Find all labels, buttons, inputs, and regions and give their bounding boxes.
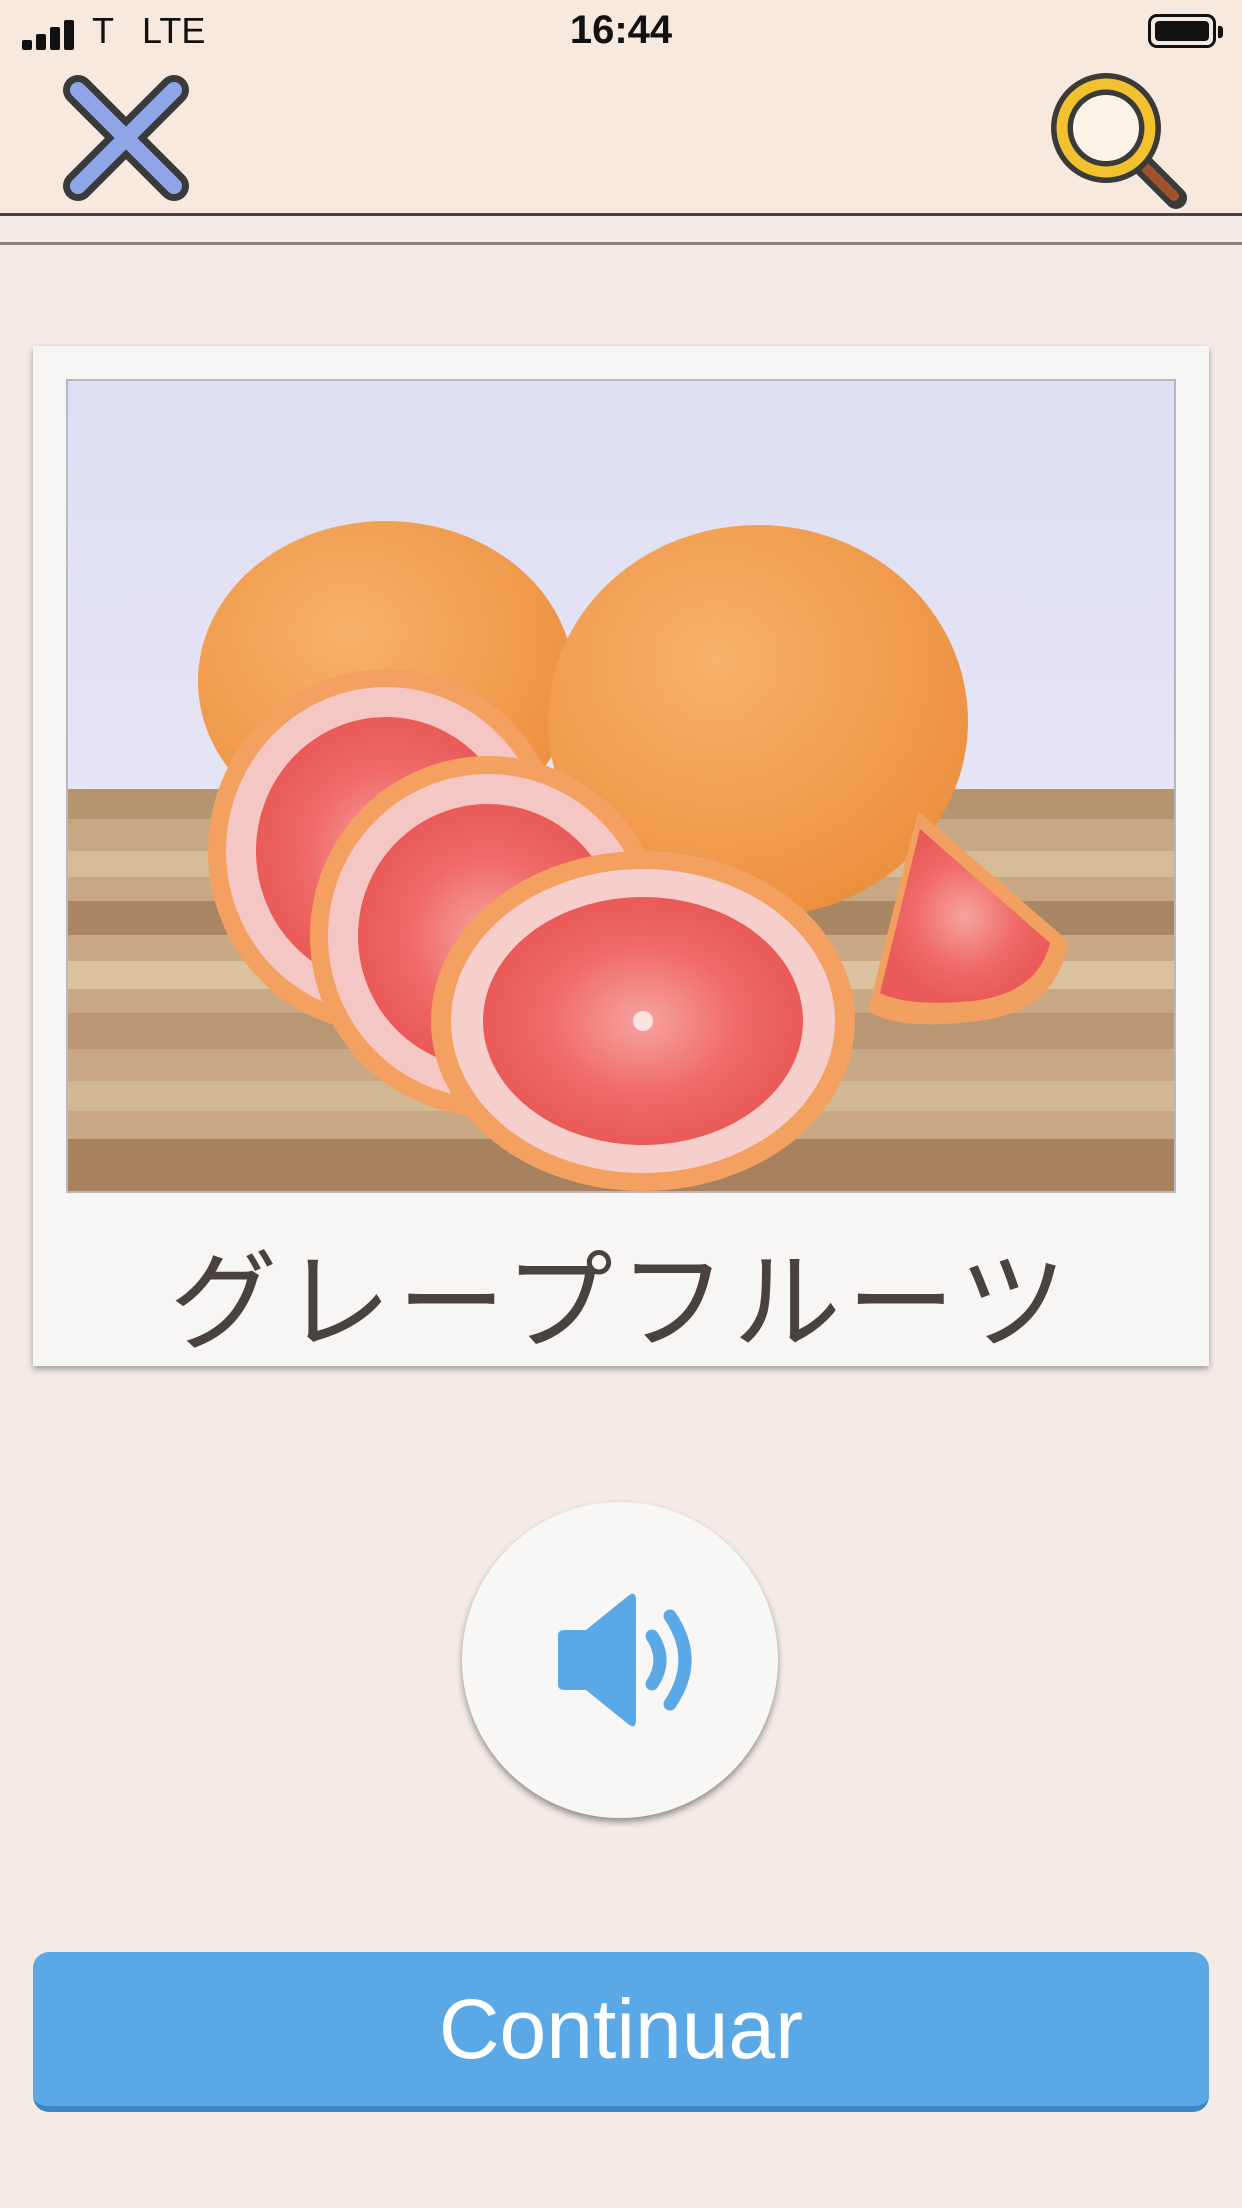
status-bar: T LTE 16:44 [0,0,1242,66]
continue-button[interactable]: Continuar [33,1952,1209,2112]
play-audio-button[interactable] [462,1502,778,1818]
speaker-icon [558,1593,692,1727]
grapefruit-photo [66,379,1176,1193]
magnifier-icon [1051,73,1187,209]
header-divider [0,242,1242,245]
search-button[interactable] [1046,70,1188,210]
status-time: 16:44 [569,8,673,52]
close-icon [63,75,189,201]
flashcard: グレープフルーツ [33,346,1209,1366]
vocabulary-word: グレープフルーツ [169,1241,1073,1366]
close-button[interactable] [62,74,190,202]
battery-icon [1148,14,1223,48]
top-bar: T LTE 16:44 [0,0,1242,216]
